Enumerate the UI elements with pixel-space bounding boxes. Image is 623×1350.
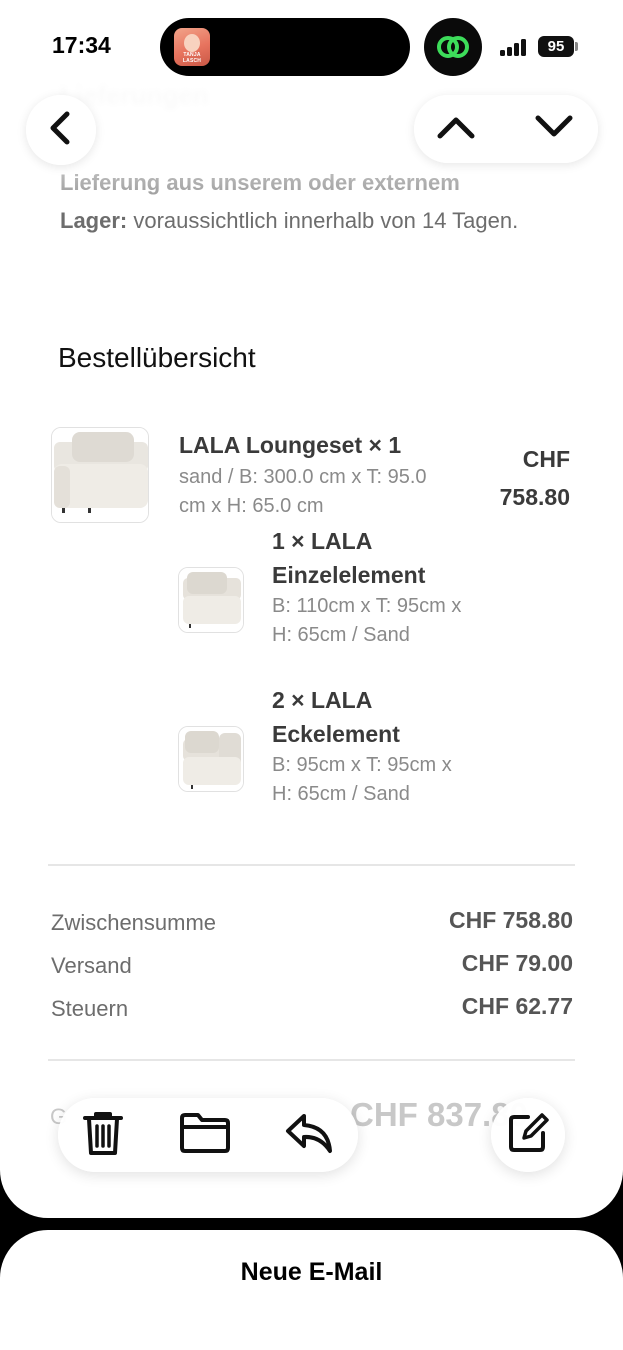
order-summary-title: Bestellübersicht	[58, 342, 256, 373]
move-to-folder-button[interactable]	[180, 1110, 230, 1160]
now-playing-thumbnail: TANJA LASCH	[174, 28, 210, 66]
compose-button[interactable]	[491, 1098, 565, 1172]
compose-icon	[506, 1111, 550, 1160]
mail-message-view: 17:34 TANJA LASCH 95 Lieferung aus unser…	[0, 0, 623, 1218]
sub-item-details: B: 110cm x T: 95cm x H: 65cm / Sand	[272, 595, 462, 646]
item-title: LALA Loungeset × 1	[179, 432, 402, 458]
sub-item-details: B: 95cm x T: 95cm x H: 65cm / Sand	[272, 754, 452, 805]
battery-icon: 95	[538, 36, 574, 57]
shipping-label: Versand	[51, 953, 132, 978]
delivery-text: voraussichtlich innerhalb von 14 Tagen.	[127, 208, 519, 233]
status-bar: 17:34 TANJA LASCH 95	[0, 0, 623, 90]
product-image-eckelement	[178, 726, 244, 792]
new-mail-sheet[interactable]: Neue E-Mail	[0, 1230, 623, 1350]
sub-item-title: 2 × LALA Eckelement	[272, 687, 400, 747]
new-mail-title: Neue E-Mail	[240, 1258, 383, 1286]
dynamic-island[interactable]: TANJA LASCH	[160, 18, 410, 76]
chevron-left-icon	[47, 111, 75, 150]
previous-message-button[interactable]	[434, 109, 478, 149]
tax-label: Steuern	[51, 996, 129, 1021]
tax-value: CHF 62.77	[461, 993, 573, 1019]
delete-button[interactable]	[78, 1110, 128, 1160]
delivery-info: Lieferung aus unserem oder externem Lage…	[60, 164, 560, 240]
delivery-bold-line2: Lager:	[60, 208, 128, 233]
call-activity-icon[interactable]	[424, 18, 482, 76]
message-navigation	[414, 95, 598, 163]
folder-icon	[179, 1112, 231, 1159]
status-time: 17:34	[52, 32, 111, 58]
mail-toolbar	[58, 1098, 358, 1172]
product-image-einzelelement	[178, 567, 244, 633]
item-price: CHF 758.80	[470, 440, 570, 516]
chevron-up-icon	[436, 114, 476, 145]
reply-icon	[284, 1111, 334, 1160]
reply-button[interactable]	[284, 1110, 334, 1160]
delivery-bold-line1: Lieferung aus unserem oder externem	[60, 170, 460, 195]
chevron-down-icon	[534, 114, 574, 145]
back-button[interactable]	[26, 95, 96, 165]
subtotal-label: Zwischensumme	[51, 910, 217, 935]
phone-screen: 17:34 TANJA LASCH 95 Lieferung aus unser…	[0, 0, 623, 1350]
item-details: sand / B: 300.0 cm x T: 95.0 cm x H: 65.…	[179, 466, 427, 517]
divider	[48, 864, 575, 866]
subtotal-value: CHF 758.80	[448, 907, 573, 933]
item-price-amount: 758.80	[499, 484, 570, 510]
product-image-loungeset	[51, 427, 149, 523]
divider	[48, 1059, 575, 1061]
sub-item-title: 1 × LALA Einzelelement	[272, 528, 426, 588]
cellular-signal-icon	[500, 38, 530, 56]
thumbnail-text: TANJA LASCH	[182, 52, 202, 64]
trash-icon	[81, 1109, 125, 1162]
shipping-value: CHF 79.00	[461, 950, 573, 976]
next-message-button[interactable]	[532, 109, 576, 149]
item-price-currency: CHF	[522, 446, 570, 472]
